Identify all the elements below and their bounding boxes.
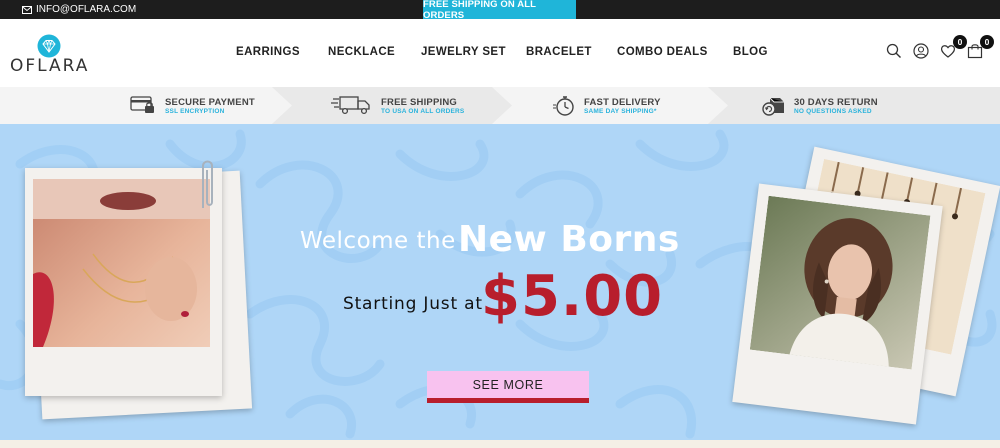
model-portrait-photo [749, 195, 931, 370]
feature-title: SECURE PAYMENT [165, 97, 255, 108]
feature-subtitle: NO QUESTIONS ASKED [794, 108, 872, 115]
hero-banner: Welcome the New Borns Starting Just at $… [0, 124, 1000, 448]
cart-button[interactable]: 0 [967, 35, 994, 61]
hero-bottom-strip [0, 440, 1000, 448]
nav-bracelet[interactable]: BRACELET [526, 46, 592, 58]
delivery-truck-icon [331, 96, 370, 115]
wishlist-count-badge: 0 [953, 35, 967, 49]
account-button[interactable] [913, 43, 931, 61]
necklace-model-photo [33, 179, 210, 347]
return-box-icon [762, 97, 784, 116]
search-button[interactable] [886, 43, 904, 61]
credit-card-lock-icon [130, 96, 154, 113]
right-polaroid-front [732, 183, 943, 425]
hero-headline-bold: New Borns [458, 219, 680, 260]
wishlist-button[interactable]: 0 [940, 35, 967, 61]
hero-subline: Starting Just at [343, 294, 483, 314]
search-icon [886, 43, 901, 58]
user-icon [913, 43, 929, 59]
feature-title: FAST DELIVERY [584, 97, 661, 108]
cart-count-badge: 0 [980, 35, 994, 49]
brand-name: OFLARA [10, 56, 90, 76]
feature-subtitle: SSL ENCRYPTION [165, 108, 225, 115]
shipping-promo-banner[interactable]: FREE SHIPPING ON ALL ORDERS [423, 0, 576, 21]
features-strip: SECURE PAYMENT SSL ENCRYPTION FREE SHIPP… [0, 87, 1000, 124]
diamond-logo-icon [37, 34, 61, 58]
necklace-photo-illustration [33, 179, 210, 347]
nav-earrings[interactable]: EARRINGS [236, 46, 300, 58]
nav-combo-deals[interactable]: COMBO DEALS [617, 46, 708, 58]
site-header: OFLARA EARRINGS NECKLACE JEWELRY SET BRA… [0, 19, 1000, 87]
hero-headline-thin: Welcome the [300, 228, 456, 254]
brand-logo[interactable]: OFLARA [10, 31, 88, 77]
hero-price: $5.00 [481, 264, 664, 329]
left-polaroid-front [25, 168, 222, 396]
top-bar: INFO@OFLARA.COM FREE SHIPPING ON ALL ORD… [0, 0, 1000, 21]
feature-subtitle: SAME DAY SHIPPING* [584, 108, 657, 115]
feature-title: FREE SHIPPING [381, 97, 457, 108]
nav-jewelry-set[interactable]: JEWELRY SET [421, 46, 506, 58]
hero-headline: Welcome the New Borns [300, 219, 720, 260]
portrait-photo-illustration [749, 195, 931, 370]
feature-title: 30 DAYS RETURN [794, 97, 878, 108]
feature-subtitle: TO USA ON ALL ORDERS [381, 108, 465, 115]
contact-email[interactable]: INFO@OFLARA.COM [22, 0, 136, 19]
nav-necklace[interactable]: NECKLACE [328, 46, 395, 58]
nav-blog[interactable]: BLOG [733, 46, 768, 58]
see-more-button[interactable]: SEE MORE [427, 371, 589, 403]
stopwatch-icon [553, 96, 574, 116]
envelope-icon [22, 5, 32, 14]
paperclip-icon [202, 160, 213, 208]
contact-email-text: INFO@OFLARA.COM [36, 4, 137, 15]
